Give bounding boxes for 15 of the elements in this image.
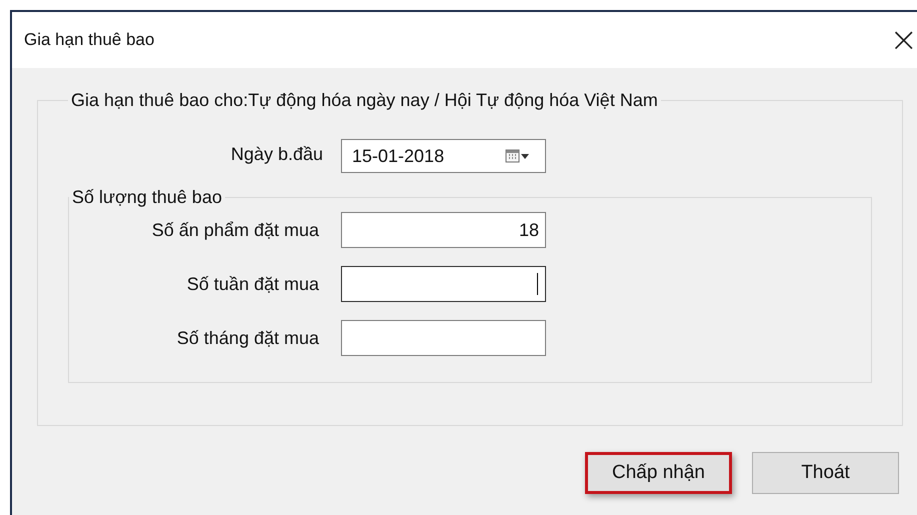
window-title: Gia hạn thuê bao	[24, 30, 154, 50]
input-field[interactable]: 18	[341, 212, 546, 248]
field-label: Số ấn phẩm đặt mua	[150, 220, 319, 240]
field-label: Số tuần đặt mua	[186, 274, 319, 294]
close-button[interactable]: ×	[890, 23, 917, 57]
calendar-dropdown-icon[interactable]	[505, 148, 531, 164]
field-label: Ngày b.đầu	[230, 144, 323, 164]
field-label: Số tháng đặt mua	[176, 328, 319, 348]
dialog-button[interactable]: Thoát	[752, 452, 899, 494]
date-picker[interactable]: 15-01-2018	[341, 139, 546, 173]
dialog-button[interactable]: Chấp nhận	[585, 452, 732, 494]
input-field[interactable]	[341, 266, 546, 302]
input-field[interactable]	[341, 320, 546, 356]
group-legend: Số lượng thuê bao	[69, 187, 225, 208]
group-legend: Gia hạn thuê bao cho:Tự động hóa ngày nay / Hội Tự động hóa Việt Nam	[68, 90, 661, 111]
